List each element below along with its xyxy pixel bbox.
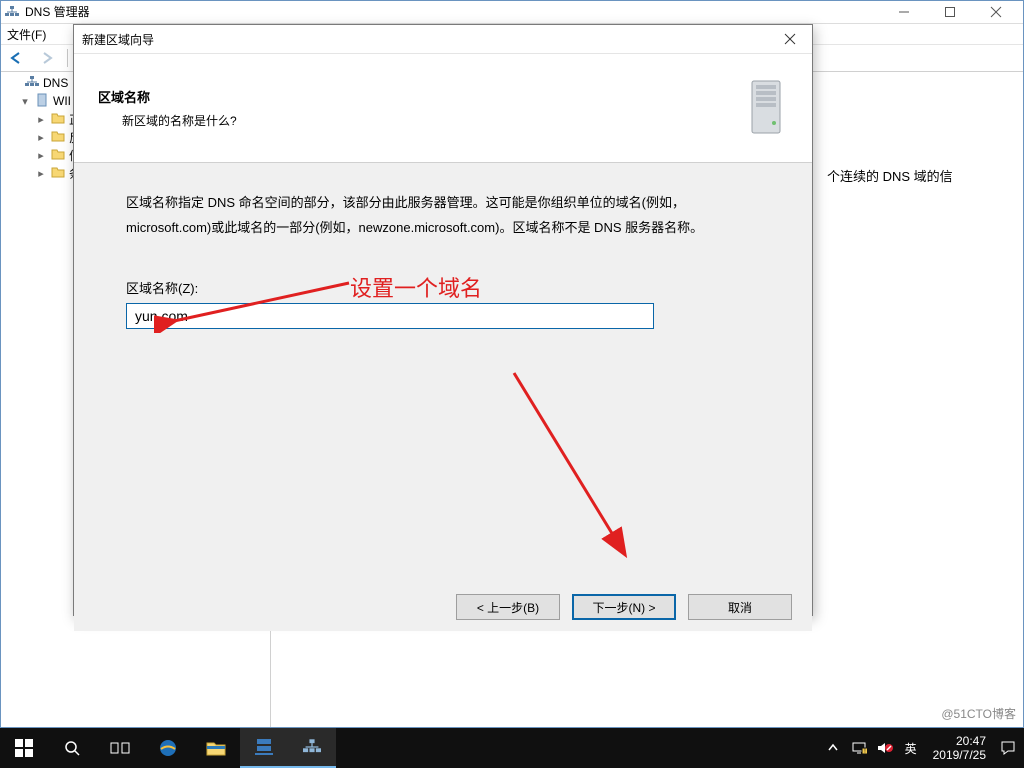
taskbar-search-button[interactable] bbox=[48, 728, 96, 768]
chevron-right-icon[interactable]: ▸ bbox=[35, 167, 47, 180]
ie-app-button[interactable] bbox=[144, 728, 192, 768]
taskbar[interactable]: ! 英 20:47 2019/7/25 bbox=[0, 728, 1024, 768]
taskbar-clock[interactable]: 20:47 2019/7/25 bbox=[927, 734, 992, 762]
new-zone-wizard-dialog: 新建区域向导 区域名称 新区域的名称是什么? 区域名称指定 DNS 命名空间的部… bbox=[73, 24, 813, 616]
system-tray: ! 英 20:47 2019/7/25 bbox=[823, 728, 1024, 768]
dns-window-title: DNS 管理器 bbox=[25, 1, 875, 23]
minimize-button[interactable] bbox=[881, 1, 927, 23]
wizard-cancel-button[interactable]: 取消 bbox=[688, 594, 792, 620]
chevron-right-icon[interactable]: ▸ bbox=[35, 149, 47, 162]
window-controls bbox=[881, 1, 1019, 23]
server-tower-icon bbox=[744, 76, 788, 140]
task-view-button[interactable] bbox=[96, 728, 144, 768]
start-button[interactable] bbox=[0, 728, 48, 768]
dns-app-icon bbox=[5, 5, 19, 19]
wizard-header-subtitle: 新区域的名称是什么? bbox=[98, 112, 728, 129]
nav-forward-button[interactable] bbox=[35, 46, 59, 70]
annotation-set-domain: 设置一个域名 bbox=[350, 271, 482, 303]
clock-date: 2019/7/25 bbox=[933, 748, 986, 762]
wizard-body-description: 区域名称指定 DNS 命名空间的部分，该部分由此服务器管理。这可能是你组织单位的… bbox=[126, 191, 760, 240]
wizard-header: 区域名称 新区域的名称是什么? bbox=[74, 54, 812, 163]
chevron-right-icon[interactable]: ▸ bbox=[35, 131, 47, 144]
wizard-title: 新建区域向导 bbox=[82, 31, 776, 48]
clock-time: 20:47 bbox=[933, 734, 986, 748]
wizard-footer: < 上一步(B) 下一步(N) > 取消 bbox=[74, 583, 812, 631]
wizard-back-button[interactable]: < 上一步(B) bbox=[456, 594, 560, 620]
close-button[interactable] bbox=[973, 1, 1019, 23]
tray-overflow-button[interactable] bbox=[823, 728, 843, 768]
wizard-next-button[interactable]: 下一步(N) > bbox=[572, 594, 676, 620]
ime-indicator[interactable]: 英 bbox=[901, 728, 921, 768]
menu-file[interactable]: 文件(F) bbox=[7, 26, 46, 43]
folder-icon bbox=[51, 112, 65, 127]
action-center-button[interactable] bbox=[998, 728, 1018, 768]
wizard-header-title: 区域名称 bbox=[98, 87, 728, 106]
chevron-down-icon[interactable]: ▾ bbox=[19, 95, 31, 108]
zone-name-input[interactable] bbox=[126, 303, 654, 329]
toolbar-separator bbox=[67, 49, 68, 67]
watermark: @51CTO博客 bbox=[941, 705, 1016, 722]
folder-icon bbox=[51, 148, 65, 163]
tree-label: DNS bbox=[43, 76, 68, 90]
wizard-titlebar[interactable]: 新建区域向导 bbox=[74, 25, 812, 54]
folder-icon bbox=[51, 166, 65, 181]
chevron-right-icon[interactable]: ▸ bbox=[35, 113, 47, 126]
annotation-arrow-2-icon bbox=[494, 363, 694, 563]
details-text: 个连续的 DNS 域的信 bbox=[827, 166, 1007, 185]
server-icon bbox=[35, 93, 49, 110]
dns-manager-taskbar-button[interactable] bbox=[288, 728, 336, 768]
tree-label: WII bbox=[53, 94, 71, 108]
wizard-body: 区域名称指定 DNS 命名空间的部分，该部分由此服务器管理。这可能是你组织单位的… bbox=[74, 163, 812, 583]
nav-back-button[interactable] bbox=[5, 46, 29, 70]
dns-root-icon bbox=[25, 75, 39, 92]
network-icon[interactable]: ! bbox=[849, 728, 869, 768]
volume-icon[interactable] bbox=[875, 728, 895, 768]
dns-window-titlebar[interactable]: DNS 管理器 bbox=[1, 1, 1023, 24]
server-manager-button[interactable] bbox=[240, 728, 288, 768]
wizard-close-button[interactable] bbox=[776, 27, 804, 51]
file-explorer-button[interactable] bbox=[192, 728, 240, 768]
maximize-button[interactable] bbox=[927, 1, 973, 23]
folder-icon bbox=[51, 130, 65, 145]
